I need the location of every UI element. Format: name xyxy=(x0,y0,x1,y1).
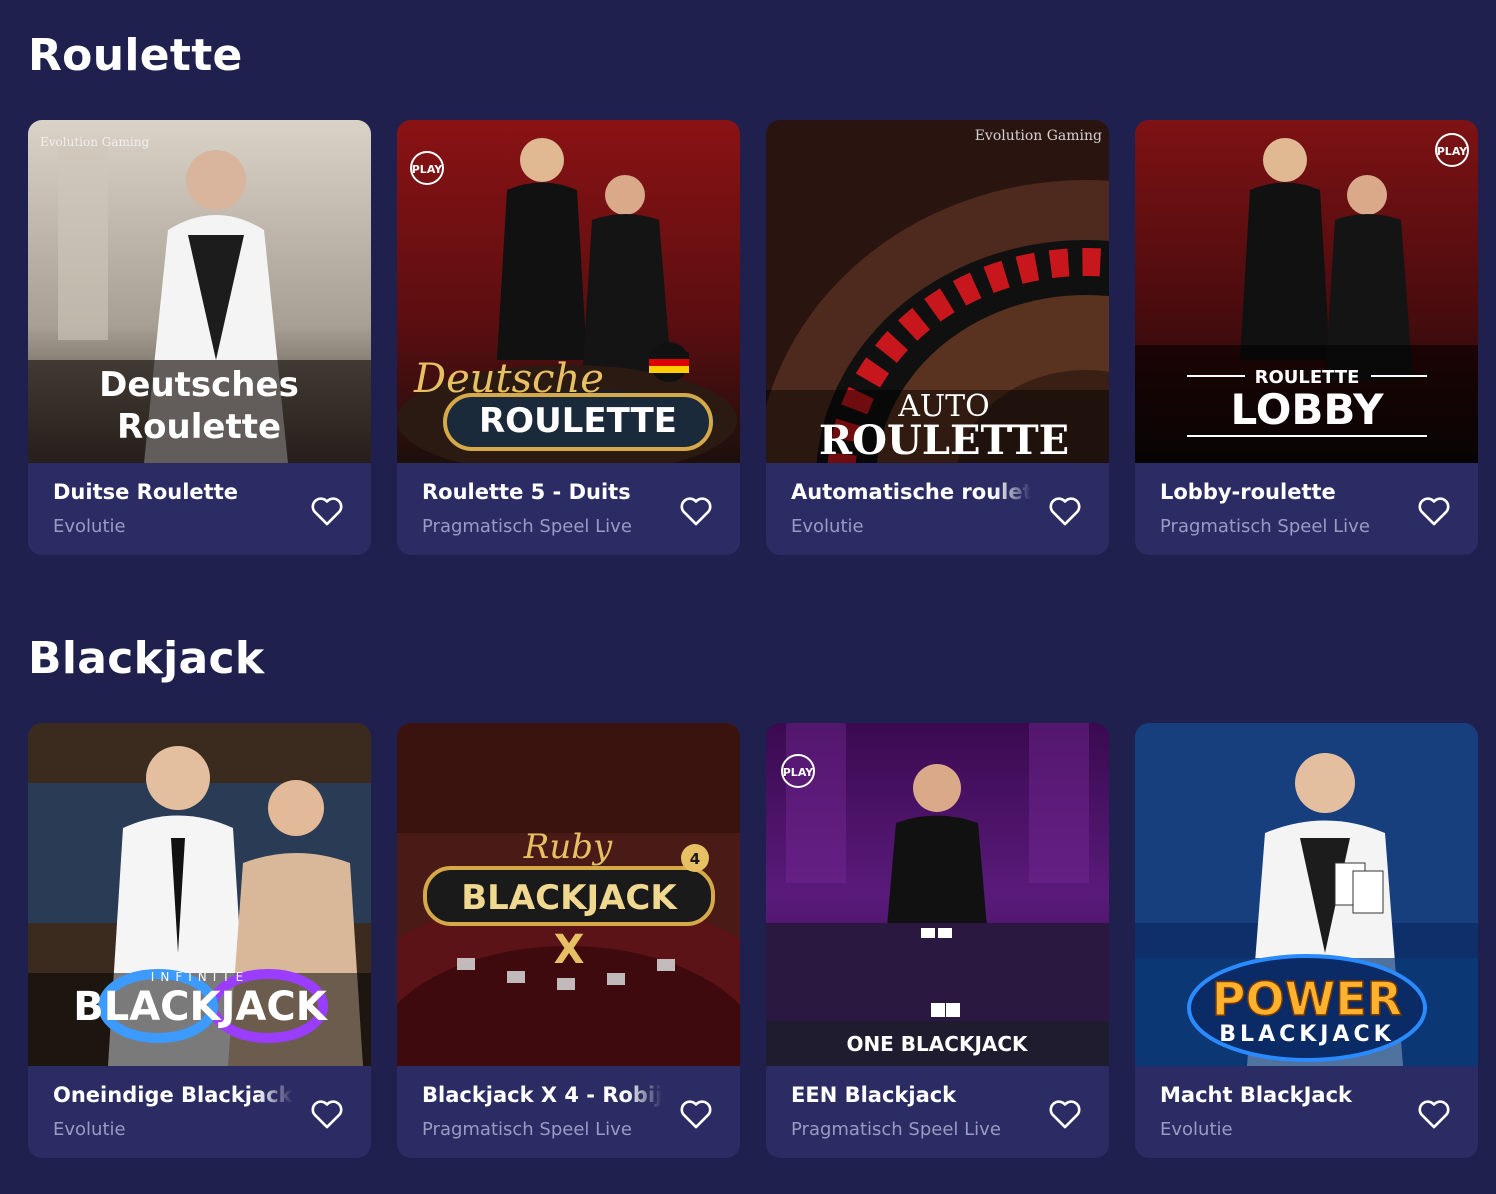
game-info: Roulette 5 - Duits Pragmatisch Speel Liv… xyxy=(397,463,740,555)
game-name[interactable]: Macht BlackJack xyxy=(1160,1083,1400,1107)
section-title: Roulette xyxy=(28,30,243,81)
game-thumbnail[interactable]: POWER BLACKJACK xyxy=(1135,723,1478,1066)
game-thumbnail[interactable]: Evolution Gaming AUTO ROULETTE xyxy=(766,120,1109,463)
game-name[interactable]: Oneindige Blackjack xyxy=(53,1083,293,1107)
game-info: Oneindige Blackjack Evolutie xyxy=(28,1066,371,1158)
art-title-line2: BLACKJACK xyxy=(1219,1022,1394,1047)
game-grid: Evolution Gaming Deutsches Roulette Duit… xyxy=(28,120,1478,555)
badge-text: PLAY xyxy=(783,766,815,779)
heart-outline-icon[interactable] xyxy=(1416,495,1452,527)
section-blackjack: Blackjack INFINITE BLACKJACK Oneindige B… xyxy=(28,633,1478,1158)
art-title-line1: INFINITE xyxy=(151,970,249,984)
game-card[interactable]: POWER BLACKJACK Macht BlackJack Evolutie xyxy=(1135,723,1478,1158)
badge-text: Evolution Gaming xyxy=(975,128,1102,144)
game-name[interactable]: Lobby-roulette xyxy=(1160,480,1400,504)
badge-text: PLAY xyxy=(412,163,444,176)
heart-outline-icon[interactable] xyxy=(1047,495,1083,527)
game-info: Lobby-roulette Pragmatisch Speel Live xyxy=(1135,463,1478,555)
heart-outline-icon[interactable] xyxy=(309,495,345,527)
art-title-line2: ROULETTE xyxy=(819,417,1069,463)
game-thumbnail[interactable]: Ruby BLACKJACK X 4 xyxy=(397,723,740,1066)
game-card[interactable]: Ruby BLACKJACK X 4 Blackjack X 4 - Robij… xyxy=(397,723,740,1158)
game-info: Automatische roulette Evolutie xyxy=(766,463,1109,555)
game-card[interactable]: PLAY Deutsche ROULETTE Roulette 5 - Duit… xyxy=(397,120,740,555)
game-provider: Evolutie xyxy=(791,516,864,537)
heart-outline-icon[interactable] xyxy=(678,1098,714,1130)
game-provider: Pragmatisch Speel Live xyxy=(422,1119,632,1140)
game-card[interactable]: Evolution Gaming Deutsches Roulette Duit… xyxy=(28,120,371,555)
game-info: EEN Blackjack Pragmatisch Speel Live xyxy=(766,1066,1109,1158)
badge-text: Evolution Gaming xyxy=(40,135,149,149)
heart-outline-icon[interactable] xyxy=(1416,1098,1452,1130)
art-title-line1: POWER xyxy=(1212,972,1402,1026)
art-title-line2: BLACKJACK xyxy=(461,878,678,918)
game-provider: Pragmatisch Speel Live xyxy=(791,1119,1001,1140)
game-provider: Pragmatisch Speel Live xyxy=(422,516,632,537)
game-card[interactable]: INFINITE BLACKJACK Oneindige Blackjack E… xyxy=(28,723,371,1158)
game-thumbnail[interactable]: Evolution Gaming Deutsches Roulette xyxy=(28,120,371,463)
game-thumbnail[interactable]: INFINITE BLACKJACK xyxy=(28,723,371,1066)
game-name[interactable]: EEN Blackjack xyxy=(791,1083,1031,1107)
svg-text:4: 4 xyxy=(690,850,700,868)
art-title-line1: Deutsches xyxy=(99,365,299,405)
game-provider: Evolutie xyxy=(53,516,126,537)
art-title-line2: ROULETTE xyxy=(479,401,677,441)
game-info: Blackjack X 4 - Robijn Pragmatisch Speel… xyxy=(397,1066,740,1158)
art-title-line2: LOBBY xyxy=(1230,385,1384,434)
art-title-line1: ONE BLACKJACK xyxy=(846,1032,1029,1056)
game-card[interactable]: PLAY ONE BLACKJACK EEN Blackjack Pragmat… xyxy=(766,723,1109,1158)
game-info: Macht BlackJack Evolutie xyxy=(1135,1066,1478,1158)
game-thumbnail[interactable]: PLAY ROULETTE LOBBY xyxy=(1135,120,1478,463)
svg-text:X: X xyxy=(554,927,585,973)
game-card[interactable]: Evolution Gaming AUTO ROULETTE Automatis… xyxy=(766,120,1109,555)
game-card[interactable]: PLAY ROULETTE LOBBY Lobby-roulette Pragm… xyxy=(1135,120,1478,555)
game-thumbnail[interactable]: PLAY Deutsche ROULETTE xyxy=(397,120,740,463)
heart-outline-icon[interactable] xyxy=(678,495,714,527)
section-roulette: Roulette Evolution Gaming Deutsches Roul… xyxy=(28,30,1478,555)
game-provider: Pragmatisch Speel Live xyxy=(1160,516,1370,537)
section-title: Blackjack xyxy=(28,633,265,684)
game-grid: INFINITE BLACKJACK Oneindige Blackjack E… xyxy=(28,723,1478,1158)
heart-outline-icon[interactable] xyxy=(309,1098,345,1130)
art-title-line1: Ruby xyxy=(523,827,613,867)
game-info: Duitse Roulette Evolutie xyxy=(28,463,371,555)
badge-text: PLAY xyxy=(1437,145,1469,158)
art-title-line2: BLACKJACK xyxy=(73,984,328,1030)
game-name[interactable]: Blackjack X 4 - Robijn xyxy=(422,1083,662,1107)
game-name[interactable]: Roulette 5 - Duits xyxy=(422,480,662,504)
game-provider: Evolutie xyxy=(1160,1119,1233,1140)
game-provider: Evolutie xyxy=(53,1119,126,1140)
game-thumbnail[interactable]: PLAY ONE BLACKJACK xyxy=(766,723,1109,1066)
heart-outline-icon[interactable] xyxy=(1047,1098,1083,1130)
art-title-line2: Roulette xyxy=(117,407,281,447)
game-name[interactable]: Automatische roulette xyxy=(791,480,1031,504)
game-name[interactable]: Duitse Roulette xyxy=(53,480,293,504)
